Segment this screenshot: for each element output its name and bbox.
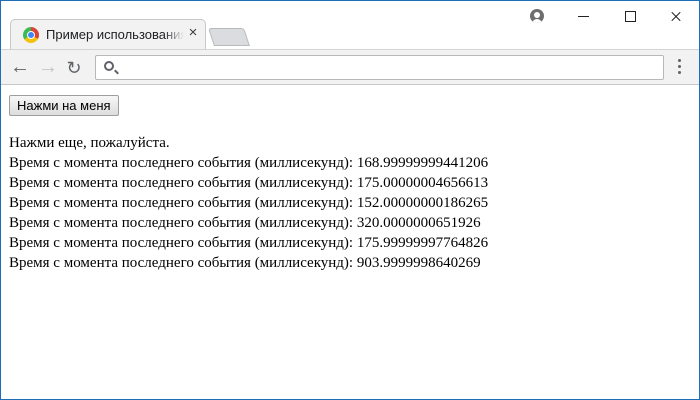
browser-window: Пример использования × ← → ↻ Нажми на ме… — [0, 0, 700, 400]
page-favicon-icon — [23, 27, 39, 43]
browser-titlebar: Пример использования × — [1, 1, 699, 49]
back-arrow-icon[interactable]: ← — [10, 57, 30, 77]
event-line: Время с момента последнего события (милл… — [9, 195, 489, 211]
address-input[interactable] — [124, 58, 658, 79]
event-line: Время с момента последнего события (милл… — [9, 215, 481, 231]
event-line: Время с момента последнего события (милл… — [9, 155, 489, 171]
browser-menu-icon[interactable] — [678, 59, 682, 77]
reload-icon[interactable]: ↻ — [64, 58, 84, 78]
page-content: Нажми на меня Нажми еще, пожалуйста. Вре… — [1, 85, 699, 399]
browser-toolbar: ← → ↻ — [1, 49, 699, 85]
event-line: Время с момента последнего события (милл… — [9, 235, 489, 251]
window-minimize-button[interactable] — [560, 1, 607, 31]
event-line: Время с момента последнего события (милл… — [9, 255, 481, 271]
click-me-button[interactable]: Нажми на меня — [9, 95, 119, 116]
forward-arrow-icon[interactable]: → — [38, 57, 58, 77]
prompt-text: Нажми еще, пожалуйста. — [9, 135, 170, 151]
tab-close-icon[interactable]: × — [185, 25, 201, 41]
window-close-button[interactable] — [652, 1, 699, 31]
address-bar[interactable] — [95, 55, 664, 80]
event-log: Нажми еще, пожалуйста. Время с момента п… — [9, 133, 689, 273]
new-tab-button[interactable] — [208, 28, 250, 46]
event-line: Время с момента последнего события (милл… — [9, 175, 489, 191]
search-icon — [104, 61, 114, 71]
window-maximize-button[interactable] — [607, 1, 654, 31]
active-tab[interactable]: Пример использования × — [10, 19, 206, 49]
profile-icon[interactable] — [530, 9, 544, 23]
tab-title: Пример использования — [46, 27, 184, 45]
